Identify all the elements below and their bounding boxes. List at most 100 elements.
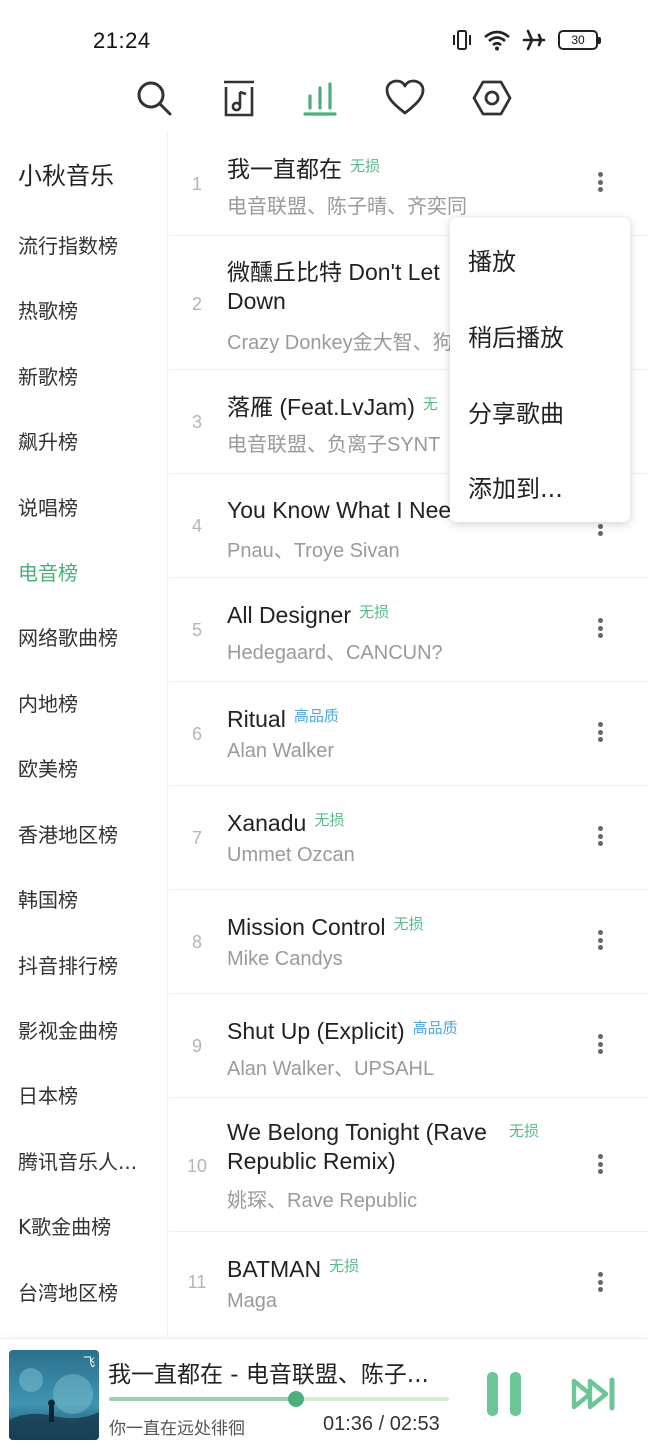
song-title-line1: 微醺丘比特 Don't Let: [227, 259, 440, 285]
song-artist: Maga: [227, 1290, 278, 1312]
album-art-text: 飞: [83, 1355, 95, 1369]
sidebar-item-rising[interactable]: 飙升榜: [18, 426, 156, 455]
song-artist: Pnau、Troye Sivan: [227, 540, 400, 562]
sidebar-item-karaoke[interactable]: K歌金曲榜: [18, 1211, 156, 1240]
song-context-menu: 播放 稍后播放 分享歌曲 添加到...: [450, 218, 630, 522]
sidebar-item-douyin[interactable]: 抖音排行榜: [18, 950, 156, 979]
song-index: 3: [191, 412, 202, 432]
progress-bar[interactable]: [109, 1391, 449, 1407]
sidebar-item-film-tv[interactable]: 影视金曲榜: [18, 1015, 156, 1044]
now-playing-lyric: 你一直在远处徘徊: [109, 1419, 245, 1439]
more-options-icon[interactable]: [590, 1268, 610, 1296]
heart-icon[interactable]: [383, 76, 427, 120]
more-options-icon[interactable]: [590, 1150, 610, 1178]
more-options-icon[interactable]: [590, 926, 610, 954]
more-options-icon[interactable]: [590, 1030, 610, 1058]
song-index: 5: [191, 620, 202, 640]
song-title: 我一直都在 无损: [227, 156, 381, 182]
song-index: 11: [187, 1272, 207, 1292]
song-title: Mission Control 无损: [227, 914, 424, 940]
battery-level: 30: [571, 33, 585, 47]
quality-badge: 无损: [393, 916, 424, 933]
song-title: All Designer 无损: [227, 602, 390, 628]
quality-badge: 无损: [509, 1122, 540, 1140]
chart-bars-icon[interactable]: [298, 76, 342, 120]
sidebar-item-tencent-musician[interactable]: 腾讯音乐人...: [18, 1146, 156, 1175]
sidebar-item-hot[interactable]: 热歌榜: [18, 295, 156, 324]
song-title-line2: Down: [227, 288, 286, 314]
song-row[interactable]: 7 Xanadu 无损 Ummet Ozcan: [169, 786, 648, 890]
sidebar-item-internet[interactable]: 网络歌曲榜: [18, 622, 156, 651]
sidebar-item-western[interactable]: 欧美榜: [18, 753, 156, 782]
sidebar-item-korea[interactable]: 韩国榜: [18, 884, 156, 913]
song-artist: Hedegaard、CANCUN?: [227, 642, 443, 664]
vibrate-icon: [453, 30, 471, 50]
quality-badge: 高品质: [412, 1020, 458, 1037]
more-options-icon[interactable]: [590, 614, 610, 642]
now-playing-title: 我一直都在 - 电音联盟、陈子...: [108, 1362, 429, 1388]
song-title: BATMAN 无损: [227, 1256, 360, 1282]
song-artist: 电音联盟、陈子晴、齐奕同: [227, 196, 467, 218]
playback-time: 01:36 / 02:53: [323, 1413, 440, 1435]
menu-item-play-later[interactable]: 稍后播放: [468, 318, 564, 353]
sidebar-item-taiwan[interactable]: 台湾地区榜: [18, 1277, 156, 1306]
status-time: 21:24: [93, 28, 151, 53]
song-row[interactable]: 8 Mission Control 无损 Mike Candys: [169, 890, 648, 994]
more-options-icon[interactable]: [590, 168, 610, 196]
song-artist: 姚琛、Rave Republic: [227, 1190, 418, 1212]
progress-knob[interactable]: [288, 1391, 304, 1407]
song-index: 8: [191, 932, 202, 952]
quality-badge: 无损: [314, 812, 345, 829]
app-title: 小秋音乐: [18, 162, 114, 190]
song-index: 2: [191, 294, 202, 314]
song-index: 9: [191, 1036, 202, 1056]
song-row[interactable]: 9 Shut Up (Explicit) 高品质 Alan Walker、UPSA…: [169, 994, 648, 1098]
song-index: 7: [191, 828, 202, 848]
song-row[interactable]: 10 We Belong Tonight (Rave 无损 Republic R…: [169, 1098, 648, 1232]
quality-badge: 无损: [329, 1258, 360, 1275]
song-title: Ritual 高品质: [227, 706, 339, 732]
sidebar-item-new[interactable]: 新歌榜: [18, 361, 156, 390]
pause-button[interactable]: [482, 1372, 526, 1416]
album-art[interactable]: 飞: [9, 1350, 99, 1440]
song-index: 10: [186, 1156, 208, 1176]
sidebar-item-hongkong[interactable]: 香港地区榜: [18, 819, 156, 848]
wifi-icon: [484, 30, 510, 51]
settings-hexagon-icon[interactable]: [470, 76, 514, 120]
song-index: 1: [191, 174, 202, 194]
status-icons: 30: [452, 29, 601, 51]
sidebar-item-rap[interactable]: 说唱榜: [18, 492, 156, 521]
more-options-icon[interactable]: [590, 718, 610, 746]
menu-item-play[interactable]: 播放: [468, 242, 516, 277]
quality-badge: 无损: [359, 604, 390, 621]
song-artist: Alan Walker: [227, 740, 335, 762]
quality-badge: 高品质: [293, 708, 339, 725]
song-title: Shut Up (Explicit) 高品质: [227, 1018, 458, 1044]
song-artist: Mike Candys: [227, 948, 343, 970]
song-row[interactable]: 6 Ritual 高品质 Alan Walker: [169, 682, 648, 786]
airplane-icon: [522, 29, 546, 51]
chart-sidebar: 小秋音乐 流行指数榜 热歌榜 新歌榜 飙升榜 说唱榜 电音榜 网络歌曲榜 内地榜…: [0, 132, 168, 1337]
song-artist: Alan Walker、UPSAHL: [227, 1058, 435, 1080]
song-title: 落雁 (Feat.LvJam) 无: [227, 394, 438, 420]
status-bar: 21:24 30: [0, 0, 648, 80]
music-library-icon[interactable]: [216, 76, 260, 120]
song-title: You Know What I Nee: [227, 497, 452, 523]
more-options-icon[interactable]: [590, 822, 610, 850]
sidebar-item-mainland[interactable]: 内地榜: [18, 688, 156, 717]
menu-item-add-to[interactable]: 添加到...: [468, 469, 563, 504]
search-icon[interactable]: [132, 76, 176, 120]
now-playing-bar[interactable]: 飞 我一直都在 - 电音联盟、陈子... 你一直在远处徘徊 01:36 / 02…: [0, 1338, 648, 1448]
sidebar-item-japan[interactable]: 日本榜: [18, 1080, 156, 1109]
song-row[interactable]: 11 BATMAN 无损 Maga: [169, 1232, 648, 1336]
song-title-line2: Republic Remix): [227, 1148, 396, 1174]
top-nav: [0, 76, 648, 122]
menu-item-share-song[interactable]: 分享歌曲: [468, 394, 564, 429]
song-index: 6: [191, 724, 202, 744]
quality-badge: 无: [422, 396, 438, 413]
sidebar-item-popular-index[interactable]: 流行指数榜: [18, 230, 156, 259]
song-row[interactable]: 5 All Designer 无损 Hedegaard、CANCUN?: [169, 578, 648, 682]
quality-badge: 无损: [350, 158, 381, 175]
sidebar-item-electronic[interactable]: 电音榜: [18, 557, 156, 586]
next-track-icon[interactable]: [570, 1377, 618, 1411]
